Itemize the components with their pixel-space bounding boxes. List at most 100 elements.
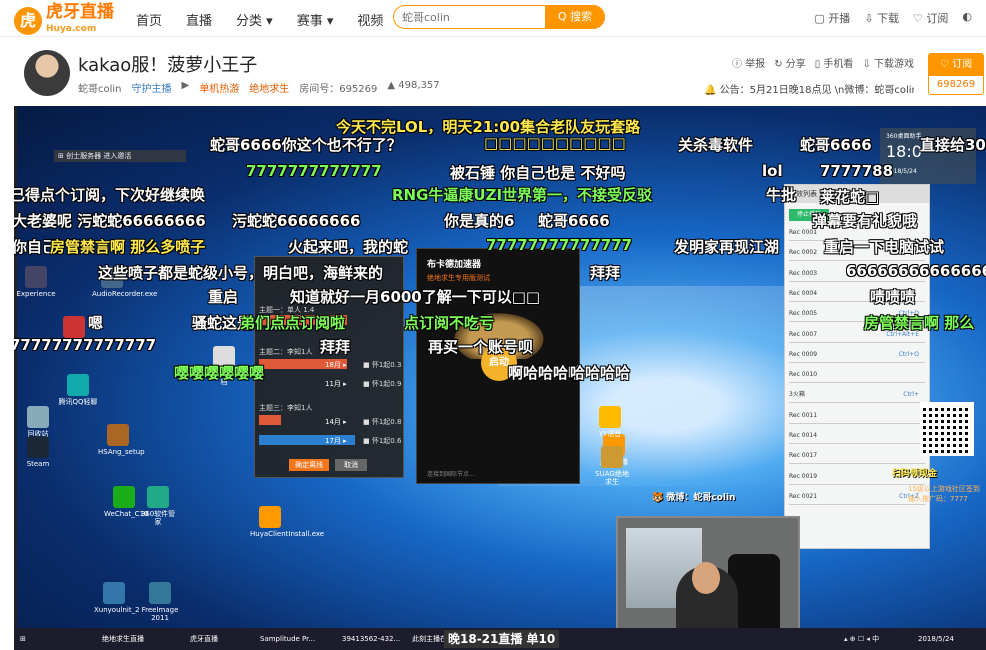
- hotkey-name: Rec 0011: [789, 411, 818, 419]
- desktop-icon-label: AudioRecorder.exe: [92, 290, 158, 298]
- desktop-icon[interactable]: HSAng_setup: [98, 424, 145, 456]
- clock-time: 18:0: [886, 142, 922, 161]
- hotkey-row[interactable]: Rec 0011: [789, 408, 925, 424]
- report-button[interactable]: ⓘ 举报: [732, 55, 765, 70]
- desktop-icon-label: Experience: [16, 290, 56, 298]
- desktop-icon[interactable]: YY语音: [590, 406, 630, 438]
- cancel-button[interactable]: 取消: [335, 459, 367, 471]
- desktop-icon[interactable]: Steam: [18, 436, 58, 468]
- nav-live[interactable]: 直播: [186, 10, 212, 29]
- user-avatar-icon[interactable]: ◐: [962, 10, 972, 26]
- mobile-watch-button[interactable]: ▯ 手机看: [815, 55, 854, 70]
- danmu-message: 重启一下电脑试试: [824, 238, 945, 256]
- danmu-message: 66666666666666666: [846, 262, 986, 280]
- desktop-icon-label: Steam: [26, 460, 50, 468]
- desktop-icon[interactable]: FreeImage 2011: [140, 582, 180, 622]
- mode3-bar-a: [259, 415, 281, 425]
- desktop-icon-image: [149, 582, 171, 604]
- subscribe-button[interactable]: ♡ 订阅 698269: [928, 53, 984, 95]
- danmu-message: 点订阅不吃亏: [404, 314, 495, 332]
- promo-scan-cash: 扫码领现金: [892, 469, 938, 479]
- mode3-label: 主题三：李知1人: [259, 404, 313, 412]
- danmu-message: 你是真的6: [444, 212, 515, 230]
- taskbar-item-samplitude[interactable]: Samplitude Pr...: [260, 632, 315, 646]
- streamer-name[interactable]: 蛇哥colin: [78, 80, 122, 95]
- danmu-message: 蛇哥6666你这个也不行了？: [210, 136, 402, 154]
- taskbar-item-pubg[interactable]: 绝地求生直播: [102, 632, 144, 646]
- danmu-message: 莱花蛇□: [820, 188, 880, 206]
- danmu-message: lol: [762, 162, 783, 180]
- hotkey-name: 3火箱: [789, 391, 805, 399]
- desktop-icon-label: FreeImage 2011: [141, 606, 179, 622]
- danmu-message: 再买一个账号呗: [428, 338, 534, 356]
- hotkey-name: Rec 0003: [789, 269, 818, 277]
- danmu-message: 房管禁言啊 那么: [864, 314, 975, 332]
- taskbar-date: 2018/5/24: [918, 635, 954, 643]
- search-button[interactable]: Q 搜索: [545, 5, 605, 29]
- danmu-message: 嘤嘤嘤嘤嘤嘤: [174, 364, 265, 382]
- huya-logo[interactable]: 虎 虎牙直播 Huya.com: [14, 4, 114, 38]
- webcam-face: [692, 562, 720, 594]
- qr-code: [920, 402, 974, 456]
- hotkey-row[interactable]: Rec 0009 Ctrl+O: [789, 347, 925, 363]
- danmu-message: 7777777777777: [246, 162, 382, 180]
- windows-taskbar: ⊞ 绝地求生直播 虎牙直播 Samplitude Pr... 39413562-…: [14, 628, 986, 650]
- desktop-icon-label: 360软件管家: [140, 510, 176, 526]
- taskbar-item-file[interactable]: 39413562-432...: [342, 632, 400, 646]
- mode3-value-a: 14月 ▸: [325, 418, 347, 426]
- hotkey-row[interactable]: Rec 0021 Ctrl+Z: [789, 489, 925, 505]
- accelerator-title: 布卡德加速器: [427, 260, 482, 270]
- danmu-message: 直接给30: [920, 136, 986, 154]
- danmu-message: 蛇哥6666: [800, 136, 872, 154]
- confirm-offline-button[interactable]: 确定离线: [289, 459, 329, 471]
- game-link[interactable]: 绝地求生: [249, 80, 289, 95]
- guard-link[interactable]: 守护主播: [132, 80, 172, 95]
- desktop-icon-label: Xunyoulnit_2: [94, 606, 140, 614]
- desktop-icon[interactable]: 360软件管家: [138, 486, 178, 526]
- subscriptions-link[interactable]: ♡ 订阅: [913, 10, 948, 26]
- hotkey-row[interactable]: 3火箱 Ctrl+: [789, 387, 925, 404]
- desktop-icon[interactable]: Experience: [16, 266, 56, 298]
- nav-category[interactable]: 分类 ▾: [236, 10, 273, 29]
- system-tray[interactable]: ▴ ⊕ ☐ ◂ 中: [844, 632, 879, 646]
- desktop-icon[interactable]: Xunyoulnit_2: [94, 582, 140, 614]
- nav-home[interactable]: 首页: [136, 10, 162, 29]
- hotkey-name: Rec 0005: [789, 310, 818, 318]
- nav-match[interactable]: 赛事 ▾: [297, 10, 334, 29]
- hotkey-name: Rec 0004: [789, 289, 818, 297]
- nav-video[interactable]: 视频: [357, 10, 383, 29]
- danmu-message: 污蛇蛇66666666: [232, 212, 361, 230]
- huya-logo-icon: 虎: [14, 7, 42, 35]
- start-broadcast-link[interactable]: ▢ 开播: [814, 10, 850, 26]
- mode2-value-b: 11月 ▸: [325, 380, 347, 388]
- download-link[interactable]: ⇩ 下载: [864, 10, 899, 26]
- video-player[interactable]: 360桌面助手 18:0 2018/5/24 回收站 Experience 腾讯QQ…: [14, 106, 986, 650]
- top-navigation-bar: 虎 虎牙直播 Huya.com 首页 直播 分类 ▾ 赛事 ▾ 视频 Q 搜索 …: [0, 0, 986, 37]
- share-button[interactable]: ↻ 分享: [774, 55, 806, 70]
- download-game-button[interactable]: ⇩ 下载游戏: [862, 55, 914, 70]
- mode3-rate-a: ■ 怀1起0.8: [363, 418, 402, 426]
- desktop-icon-label: SUAG绝地求生: [595, 470, 629, 486]
- search-input[interactable]: [402, 9, 542, 25]
- taskbar-item-huya[interactable]: 虎牙直播: [190, 632, 218, 646]
- danmu-message: 房管禁言啊 那么多喷子: [50, 238, 206, 256]
- desktop-icon[interactable]: 回收站: [18, 406, 58, 438]
- danmu-message: 牛批: [766, 186, 797, 204]
- danmu-message: 嗯: [88, 314, 104, 332]
- category-link[interactable]: 单机热游: [199, 80, 239, 95]
- hotkey-row[interactable]: Rec 0017: [789, 448, 925, 465]
- danmu-message: 哈哈哈哈: [570, 364, 631, 382]
- main-nav: 首页 直播 分类 ▾ 赛事 ▾ 视频: [136, 10, 383, 29]
- hotkey-row[interactable]: Rec 0010: [789, 367, 925, 384]
- room-number: 房间号：695269: [299, 84, 378, 95]
- streamer-avatar[interactable]: [24, 50, 70, 96]
- danmu-message: 蛇哥6666: [538, 212, 610, 230]
- desktop-icon[interactable]: SUAG绝地求生: [592, 446, 632, 486]
- desktop-icon[interactable]: 腾讯QQ轻聊: [58, 374, 98, 406]
- desktop-icon-image: [63, 316, 85, 338]
- hotkey-row[interactable]: Rec 0014: [789, 428, 925, 444]
- desktop-icon[interactable]: HuyaClientInstall.exe: [250, 506, 324, 538]
- subscribe-label: ♡ 订阅: [929, 54, 983, 76]
- windows-start-icon[interactable]: ⊞: [20, 632, 32, 646]
- desktop-icon-image: [107, 424, 129, 446]
